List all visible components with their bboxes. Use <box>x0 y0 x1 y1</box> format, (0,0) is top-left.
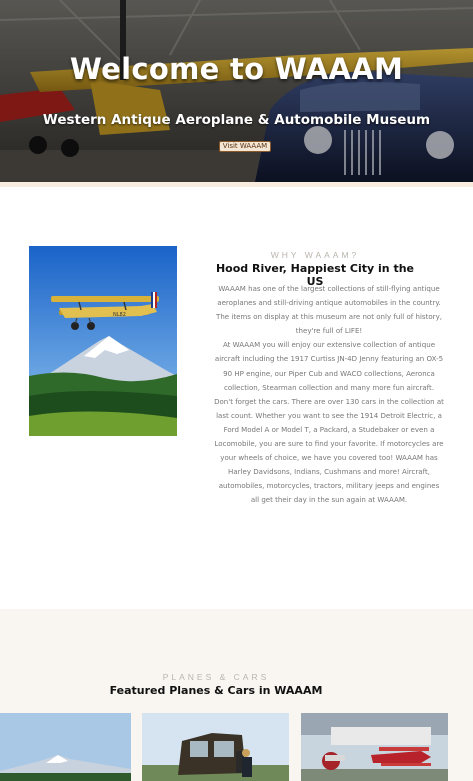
visit-waaam-button[interactable]: Visit WAAAM <box>219 141 271 152</box>
featured-card-antique-car[interactable] <box>142 713 289 781</box>
section-eyebrow-why: WHY WAAAM? <box>270 250 360 260</box>
biplane-mount-hood-image: NL82 <box>29 246 177 436</box>
about-body: WAAAM has one of the largest collections… <box>214 282 444 508</box>
svg-text:NL82: NL82 <box>113 312 126 318</box>
about-paragraph: Don't forget the cars. There are over 13… <box>214 396 444 505</box>
about-paragraph: WAAAM has one of the largest collections… <box>216 284 442 336</box>
hero-divider-strip <box>0 182 473 187</box>
featured-card-mountain[interactable] <box>0 713 131 781</box>
section-eyebrow-planes: PLANES & CARS <box>162 672 270 682</box>
about-paragraph: At WAAAM you will enjoy our extensive co… <box>214 340 444 392</box>
hero-subtitle: Western Antique Aeroplane & Automobile M… <box>42 112 431 128</box>
featured-heading: Featured Planes & Cars in WAAAM <box>109 684 323 697</box>
featured-card-red-biplane[interactable] <box>301 713 448 781</box>
hero-title: Welcome to WAAAM <box>69 52 404 86</box>
hero-overlay <box>0 0 473 182</box>
hero-banner: Welcome to WAAAM Western Antique Aeropla… <box>0 0 473 182</box>
